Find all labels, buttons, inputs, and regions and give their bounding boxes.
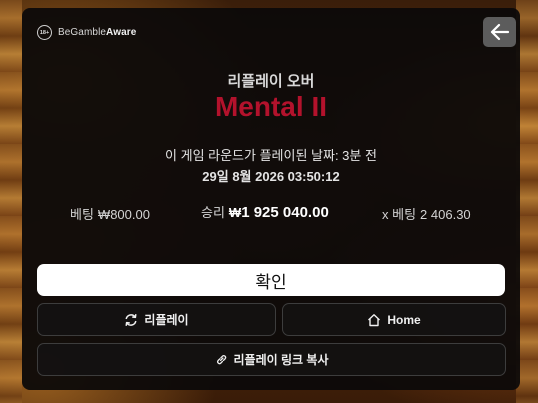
begambleaware-suffix: Aware [106, 27, 137, 38]
played-date-text: 이 게임 라운드가 플레이된 날짜: 3분 전 [165, 148, 377, 163]
replay-over-dialog: 18+ BeGambleAware 리플레이 오버 Mental II 이 게임… [22, 8, 520, 390]
link-icon [216, 355, 226, 365]
game-title: Mental II [214, 91, 327, 122]
bet-value: ₩800.00 [97, 207, 150, 222]
replay-over-subtitle: 리플레이 오버 [227, 73, 315, 90]
replay-button[interactable]: 리플레이 [37, 303, 276, 336]
home-button[interactable]: Home [282, 303, 506, 336]
played-datetime: 29일 8월 2026 03:50:12 [202, 169, 340, 184]
win-stat: 승리 ₩1 925 040.00 [201, 202, 329, 221]
begambleaware-logo: 18+ BeGambleAware [37, 25, 136, 40]
refresh-icon [125, 313, 137, 326]
multiplier-stat: x 베팅 2 406.30 [382, 204, 471, 223]
home-button-label: Home [387, 312, 421, 327]
copy-replay-link-button[interactable]: 리플레이 링크 복사 [37, 343, 506, 376]
back-button[interactable] [483, 17, 516, 47]
win-currency: ₩ [228, 205, 242, 220]
confirm-button[interactable]: 확인 [37, 264, 505, 296]
arrow-left-icon [490, 23, 509, 41]
replay-button-label: 리플레이 [144, 313, 189, 327]
age-18-icon: 18+ [37, 25, 52, 40]
begambleaware-text: BeGambleAware [58, 27, 136, 38]
home-icon [368, 313, 381, 326]
multiplier-value: 2 406.30 [420, 207, 471, 222]
bet-stat: 베팅 ₩800.00 [70, 204, 150, 223]
copy-replay-link-label: 리플레이 링크 복사 [233, 353, 329, 367]
win-value: 1 925 040.00 [241, 204, 329, 221]
win-label: 승리 [201, 205, 225, 220]
begambleaware-prefix: BeGamble [58, 27, 107, 38]
multiplier-label: x 베팅 [382, 207, 417, 222]
bet-label: 베팅 [70, 207, 94, 222]
background-reel-left [0, 0, 22, 403]
